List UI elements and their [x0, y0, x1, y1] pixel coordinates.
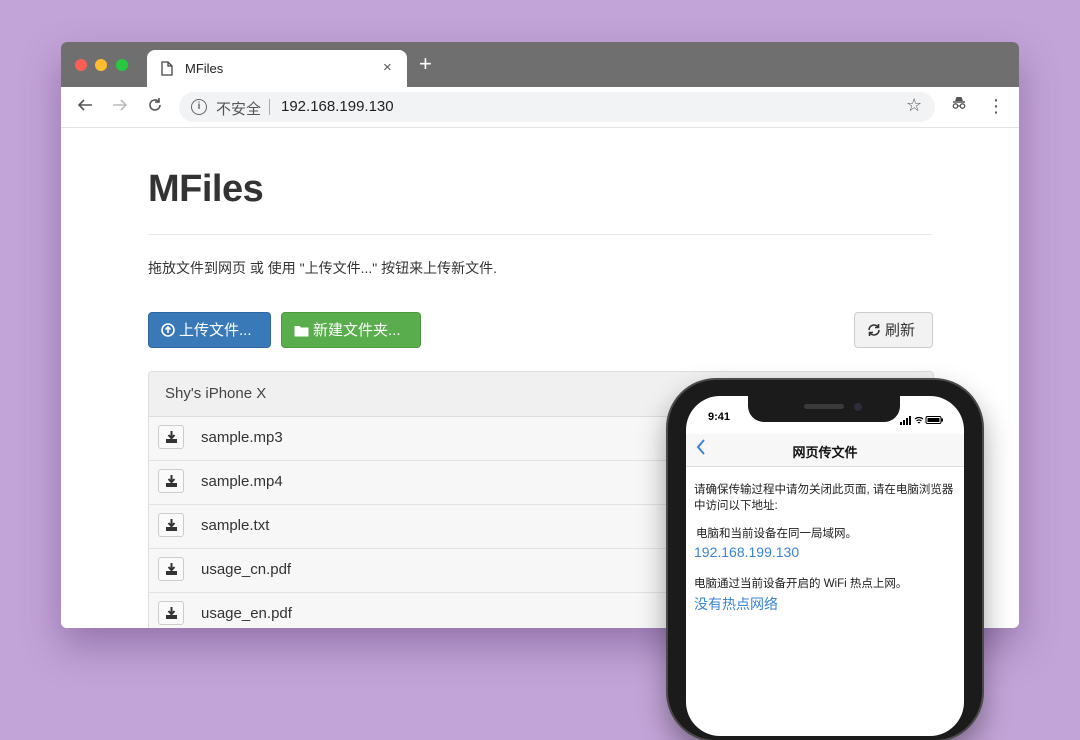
instruction-text: 请确保传输过程中请勿关闭此页面, 请在电脑浏览器中访问以下地址: [694, 484, 954, 512]
signal-bar [903, 420, 905, 425]
download-icon [166, 475, 177, 487]
battery-fill [927, 418, 940, 422]
tab-title: MFiles [185, 61, 224, 76]
speaker-grille [804, 404, 844, 409]
back-arrow-icon[interactable] [72, 94, 98, 120]
status-icons [900, 412, 944, 430]
more-menu-icon[interactable]: ⋮ [987, 95, 1005, 117]
device-name: Shy's iPhone X [165, 385, 267, 402]
file-name[interactable]: sample.mp4 [201, 473, 283, 490]
download-icon [166, 519, 177, 531]
battery-cap [941, 418, 943, 422]
file-name[interactable]: sample.txt [201, 517, 269, 534]
ios-nav-title: 网页传文件 [792, 445, 858, 460]
download-button[interactable] [158, 513, 184, 537]
file-name[interactable]: usage_cn.pdf [201, 561, 291, 578]
new-folder-label: 新建文件夹... [313, 322, 401, 339]
forward-arrow-icon[interactable] [107, 94, 133, 120]
page-title: MFiles [148, 168, 264, 210]
hotspot-label: 电脑通过当前设备开启的 WiFi 热点上网。 [694, 578, 908, 590]
phone-frame: 9:41 网页传文件 请确保传输过程中请勿关闭此页面, 请在电脑浏览器中访问以下… [668, 380, 982, 740]
info-icon[interactable]: i [191, 99, 207, 115]
download-icon [166, 607, 177, 619]
signal-bar [906, 418, 908, 425]
tab-bar: MFiles × + [61, 42, 1019, 88]
browser-tab[interactable]: MFiles × [147, 50, 407, 88]
upload-instructions: 拖放文件到网页 或 使用 "上传文件..." 按钮来上传新文件. [148, 260, 498, 276]
signal-bar [909, 416, 911, 425]
download-button[interactable] [158, 601, 184, 625]
ios-nav-bar: 网页传文件 [686, 434, 964, 467]
tab-close-icon[interactable]: × [383, 59, 392, 77]
file-name[interactable]: usage_en.pdf [201, 605, 292, 622]
lan-address-link[interactable]: 192.168.199.130 [694, 544, 799, 560]
insecure-label: 不安全 [216, 101, 262, 118]
lan-label: 电脑和当前设备在同一局域网。 [696, 528, 857, 540]
address-divider [269, 99, 270, 115]
page-icon [161, 61, 173, 81]
bookmark-star-icon[interactable]: ☆ [906, 95, 922, 116]
download-button[interactable] [158, 469, 184, 493]
url-text[interactable]: 192.168.199.130 [281, 98, 394, 115]
download-button[interactable] [158, 425, 184, 449]
upload-circle-icon [161, 323, 175, 337]
new-folder-button[interactable]: 新建文件夹... [281, 312, 421, 348]
title-divider [148, 234, 932, 235]
upload-file-label: 上传文件... [179, 322, 252, 339]
hotspot-status[interactable]: 没有热点网络 [694, 594, 778, 614]
browser-toolbar: i 不安全 192.168.199.130 ☆ ⋮ [61, 87, 1019, 128]
wifi-icon [914, 416, 924, 424]
refresh-label: 刷新 [885, 322, 916, 339]
signal-bar [900, 422, 902, 425]
zoom-window-button[interactable] [116, 59, 128, 71]
download-button[interactable] [158, 557, 184, 581]
phone-notch [748, 396, 900, 422]
refresh-button[interactable]: 刷新 [854, 312, 933, 348]
upload-file-button[interactable]: 上传文件... [148, 312, 271, 348]
incognito-icon[interactable] [951, 96, 967, 115]
download-icon [166, 431, 177, 443]
reload-icon[interactable] [142, 94, 168, 120]
file-name[interactable]: sample.mp3 [201, 429, 283, 446]
download-icon [166, 563, 177, 575]
new-tab-button[interactable]: + [419, 52, 432, 76]
status-time: 9:41 [708, 411, 731, 423]
phone-screen: 9:41 网页传文件 请确保传输过程中请勿关闭此页面, 请在电脑浏览器中访问以下… [686, 396, 964, 736]
front-camera [854, 403, 862, 411]
close-window-button[interactable] [75, 59, 87, 71]
refresh-icon [868, 324, 880, 336]
address-bar[interactable]: i 不安全 192.168.199.130 ☆ [179, 92, 935, 122]
folder-icon [294, 326, 309, 337]
minimize-window-button[interactable] [95, 59, 107, 71]
